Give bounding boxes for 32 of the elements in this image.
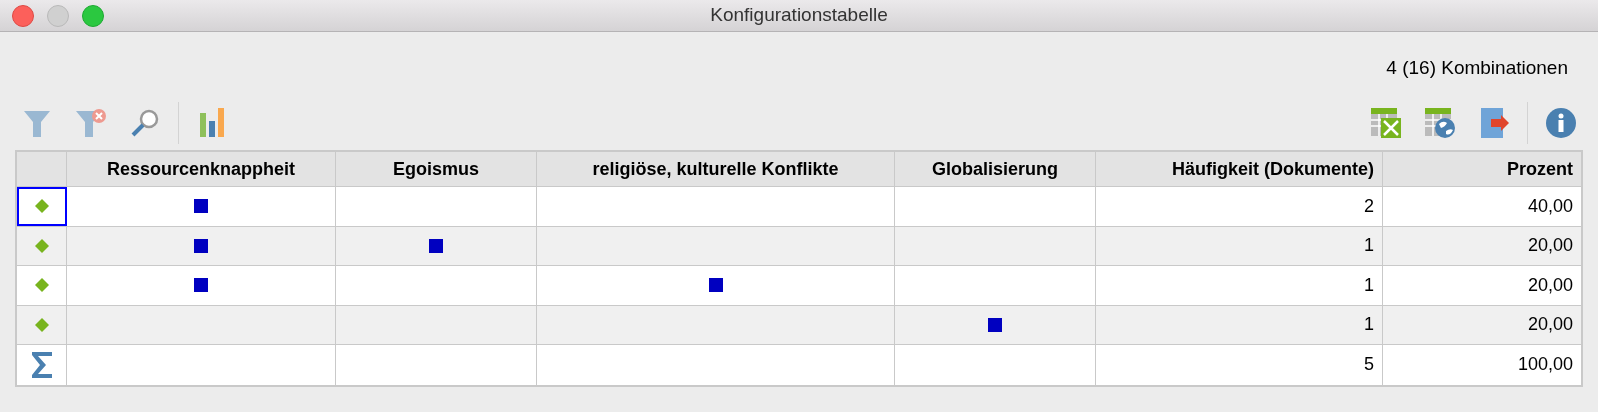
window-title: Konfigurationstabelle	[710, 3, 888, 28]
marker-square	[988, 317, 1002, 332]
row-header[interactable]	[17, 187, 67, 226]
column-header[interactable]: Ressourcenknappheit	[67, 152, 336, 186]
table-cell: 5	[1096, 345, 1383, 385]
table-cell-text: 20,00	[1526, 234, 1574, 258]
table-cell: 1	[1096, 226, 1383, 265]
table-cell-text: 40,00	[1526, 194, 1574, 218]
marker-square	[429, 238, 443, 253]
close-button[interactable]	[12, 4, 34, 27]
marker-square	[708, 278, 723, 293]
combination-count: 4 (16) Kombinationen	[1386, 56, 1568, 80]
diamond-icon	[33, 277, 50, 294]
diamond-icon	[33, 237, 50, 254]
table-cell-text: 20,00	[1526, 313, 1574, 337]
column-header[interactable]: religiöse, kulturelle Konflikte	[537, 152, 895, 186]
diamond-icon	[33, 316, 50, 333]
table-cell-text: 100,00	[1516, 353, 1574, 377]
table-cell: 1	[1096, 305, 1383, 344]
table-cell-text: 20,00	[1526, 273, 1574, 297]
column-header[interactable]: Häufigkeit (Dokumente)	[1096, 152, 1383, 186]
diamond-icon	[33, 198, 50, 215]
marker-square	[194, 278, 208, 293]
table-cell: 2	[1096, 187, 1383, 226]
marker-square	[194, 238, 208, 253]
column-header[interactable]: Prozent	[1383, 152, 1581, 186]
marker-square	[194, 199, 208, 214]
column-header[interactable]: Egoismus	[336, 152, 537, 186]
column-header[interactable]: Globalisierung	[895, 152, 1096, 186]
zoom-button[interactable]	[82, 4, 104, 27]
table-cell: 1	[1096, 266, 1383, 305]
sum-icon	[29, 349, 54, 380]
